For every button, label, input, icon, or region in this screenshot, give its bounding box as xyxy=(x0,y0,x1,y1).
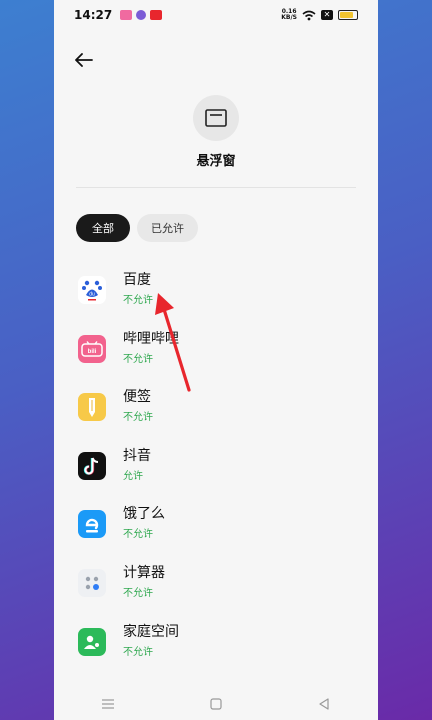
back-nav-button[interactable] xyxy=(304,692,344,716)
app-name: 饿了么 xyxy=(123,506,165,523)
navigation-bar xyxy=(54,688,378,720)
app-row-bilibili[interactable]: bili 哔哩哔哩 不允许 xyxy=(54,321,378,380)
filter-all-button[interactable]: 全部 xyxy=(76,214,130,242)
app-name: 便签 xyxy=(123,389,151,406)
family-space-icon xyxy=(78,627,106,656)
recents-button[interactable] xyxy=(88,692,128,716)
back-triangle-icon xyxy=(319,698,329,710)
calculator-icon xyxy=(78,568,106,597)
app-permission-status: 不允许 xyxy=(123,353,153,365)
douyin-icon xyxy=(78,451,106,480)
app-name: 百度 xyxy=(123,272,151,288)
sim-off-icon: ✕ xyxy=(321,10,333,20)
app-permission-status: 不允许 xyxy=(123,587,153,599)
notes-icon xyxy=(78,393,106,422)
app-row-notes[interactable]: 便签 不允许 xyxy=(54,379,378,438)
status-app-icons xyxy=(120,10,163,20)
home-square-icon xyxy=(210,698,222,710)
floating-window-icon xyxy=(205,109,227,127)
app-permission-status: 不允许 xyxy=(123,529,153,541)
floating-window-icon-circle xyxy=(193,95,239,141)
app-name: 哔哩哔哩 xyxy=(123,330,179,347)
back-arrow-icon xyxy=(75,53,93,67)
svg-text:bili: bili xyxy=(88,349,97,355)
net-speed-unit: KB/S xyxy=(281,14,297,21)
notification-app-icon xyxy=(136,10,147,20)
bilibili-icon: bili xyxy=(78,334,106,363)
baidu-icon: du xyxy=(78,276,106,304)
app-name: 计算器 xyxy=(123,564,165,581)
wifi-icon xyxy=(302,10,316,20)
back-button[interactable] xyxy=(72,48,96,72)
app-row-eleme[interactable]: 饿了么 不允许 xyxy=(54,496,378,555)
status-time: 14:27 xyxy=(74,8,113,22)
notification-app-icon xyxy=(120,10,133,20)
app-permission-status: 不允许 xyxy=(123,295,153,306)
status-bar: 14:27 0.16 KB/S ✕ xyxy=(54,0,378,30)
svg-text:du: du xyxy=(89,292,95,298)
page-title: 悬浮窗 xyxy=(196,154,236,169)
menu-icon xyxy=(102,699,114,709)
filter-allowed-button[interactable]: 已允许 xyxy=(137,214,198,242)
app-row-baidu[interactable]: du 百度 不允许 xyxy=(54,262,378,321)
app-permission-status: 不允许 xyxy=(123,412,153,424)
app-list: du 百度 不允许 bili 哔哩哔哩 不允许 便签 不允许 抖音 允许 饿了么… xyxy=(54,262,378,672)
app-row-douyin[interactable]: 抖音 允许 xyxy=(54,438,378,497)
eleme-icon xyxy=(78,510,106,539)
battery-icon xyxy=(338,10,358,20)
app-row-family-space[interactable]: 家庭空间 不允许 xyxy=(54,614,378,673)
app-row-calculator[interactable]: 计算器 不允许 xyxy=(54,555,378,614)
app-name: 家庭空间 xyxy=(123,623,179,640)
divider xyxy=(76,187,356,188)
net-speed: 0.16 KB/S xyxy=(281,9,297,21)
phone-screen: 14:27 0.16 KB/S ✕ 悬浮窗 全部 已允许 du 百度 不允许 b… xyxy=(54,0,378,720)
app-permission-status: 不允许 xyxy=(123,646,153,658)
home-button[interactable] xyxy=(196,692,236,716)
notification-app-icon xyxy=(150,10,163,20)
app-permission-status: 允许 xyxy=(123,470,143,482)
app-name: 抖音 xyxy=(123,447,151,464)
